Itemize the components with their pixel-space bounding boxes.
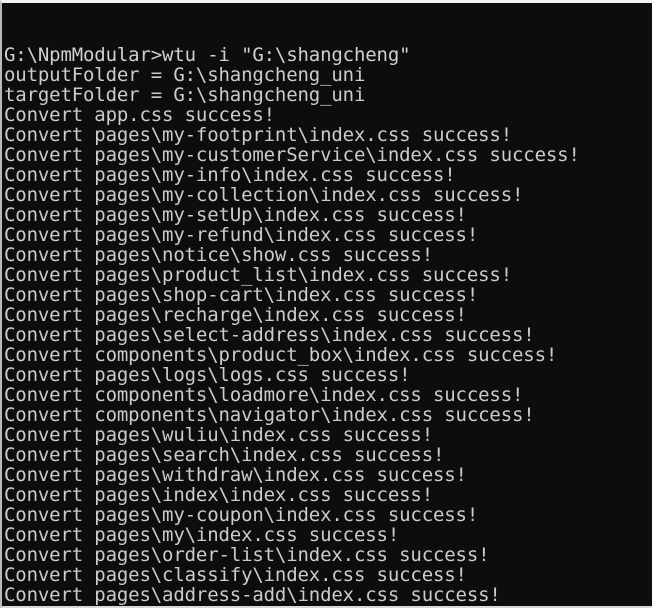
console-line: Convert pages\my-info\index.css success! <box>4 164 456 186</box>
console-window[interactable]: G:\NpmModular>wtu -i "G:\shangcheng" outp… <box>0 0 652 608</box>
console-line: Convert pages\my-collection\index.css su… <box>4 184 524 206</box>
console-line: Convert pages\my-coupon\index.css succes… <box>4 504 479 526</box>
console-line: Convert pages\index\index.css success! <box>4 484 433 506</box>
console-line: Convert pages\select-address\index.css s… <box>4 324 535 346</box>
console-line: Convert pages\my\index.css success! <box>4 524 400 546</box>
console-line: targetFolder = G:\shangcheng_uni <box>4 84 366 106</box>
console-line: Convert pages\classify\index.css success… <box>4 564 467 586</box>
console-line: Convert pages\my-customerService\index.c… <box>4 144 580 166</box>
console-line: Convert pages\wuliu\index.css success! <box>4 424 433 446</box>
console-line: Convert app.css success! <box>4 104 275 126</box>
console-line: Convert pages\withdraw\index.css success… <box>4 464 467 486</box>
console-output-area[interactable]: G:\NpmModular>wtu -i "G:\shangcheng" outp… <box>2 3 652 606</box>
console-line: Convert components\loadmore\index.css su… <box>4 384 524 406</box>
console-line: Convert components\product_box\index.css… <box>4 344 558 366</box>
console-line: Convert pages\notice\show.css success! <box>4 244 433 266</box>
console-line: Convert pages\my-setUp\index.css success… <box>4 204 467 226</box>
console-line: Convert pages\search\index.css success! <box>4 444 445 466</box>
console-line: Convert pages\logs\logs.css success! <box>4 364 411 386</box>
console-line: Convert pages\recharge\index.css success… <box>4 304 467 326</box>
console-line: Convert pages\address-add\index.css succ… <box>4 584 501 606</box>
console-prompt-line: G:\NpmModular>wtu -i "G:\shangcheng" <box>4 44 411 66</box>
console-line: Convert pages\product_list\index.css suc… <box>4 264 513 286</box>
console-line: Convert pages\my-footprint\index.css suc… <box>4 124 513 146</box>
console-line: Convert pages\order-list\index.css succe… <box>4 544 490 566</box>
console-line: outputFolder = G:\shangcheng_uni <box>4 64 366 86</box>
console-line: Convert components\navigator\index.css s… <box>4 404 535 426</box>
console-line: Convert pages\shop-cart\index.css succes… <box>4 284 479 306</box>
console-line: Convert pages\my-refund\index.css succes… <box>4 224 479 246</box>
